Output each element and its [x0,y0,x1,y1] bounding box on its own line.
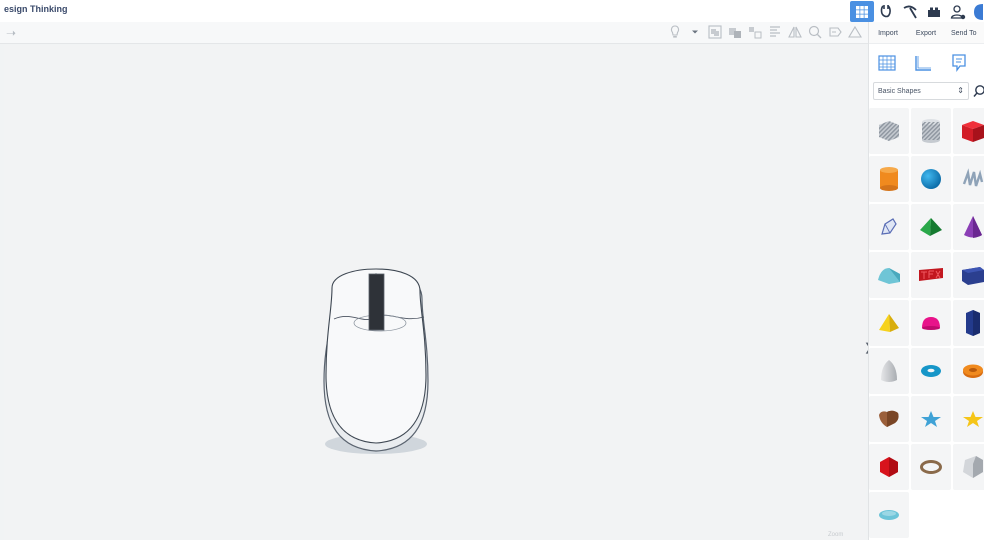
cylinder-icon [880,167,898,191]
scribble-icon [962,168,984,187]
category-select-value: Basic Shapes [878,87,921,95]
shape-pyramid[interactable] [911,204,951,250]
tinkercad-app: esign Thinking ➝ Zoom Import Export Send… [0,0,984,540]
ruler-triangle-icon[interactable] [848,25,862,39]
note-icon[interactable] [828,25,842,39]
title-bar: esign Thinking [0,0,984,22]
caret-updown-icon: ⇕ [957,86,964,95]
shape-half-sphere[interactable] [911,300,951,346]
user-plus-icon[interactable] [946,1,970,22]
star-icon [921,411,941,427]
shapes-panel: Import Export Send To Basic Shapes ⇕ [868,22,984,540]
category-row: Basic Shapes ⇕ [873,82,984,100]
box-striped-icon [879,121,899,141]
import-button[interactable]: Import [869,22,907,44]
cylinder-striped-icon [922,119,940,143]
shape-polygon[interactable] [953,300,984,346]
shape-box[interactable] [953,108,984,154]
zoom-label: Zoom [828,532,844,538]
redo-icon[interactable]: ➝ [6,26,16,40]
shape-roof[interactable] [869,252,909,298]
shape-star[interactable] [911,396,951,442]
polygon-icon [966,310,980,336]
ungroup-icon[interactable] [728,25,742,39]
roof-icon [878,268,900,284]
shape-icosahedron[interactable] [869,444,909,490]
text-icon [919,268,943,281]
tinkercad-gears-icon[interactable] [874,1,898,22]
canvas-toolbar: ➝ [0,22,868,44]
pyramid-yellow-icon [879,314,899,332]
paraboloid-icon [881,360,897,382]
flip-icon[interactable] [768,25,782,39]
ring-icon [920,460,942,474]
heart-icon [879,410,899,427]
mirror-icon[interactable] [788,25,802,39]
star-yellow-icon [963,411,983,427]
pickaxe-icon[interactable] [898,1,922,22]
shape-ring[interactable] [911,444,951,490]
torus-icon [921,365,941,377]
shape-sphere[interactable] [911,156,951,202]
panel-actions: Import Export Send To [869,22,984,44]
shape-generator-icon [881,218,897,235]
brick-icon[interactable] [922,1,946,22]
shape-pyramid-yellow[interactable] [869,300,909,346]
ruler-icon[interactable] [905,48,941,78]
shape-cone[interactable] [953,204,984,250]
shape-box-striped[interactable] [869,108,909,154]
box-icon [962,121,984,142]
export-button[interactable]: Export [907,22,945,44]
pyramid-icon [920,218,942,236]
shape-tube[interactable] [953,348,984,394]
profile-icon[interactable] [970,1,984,22]
shape-paraboloid[interactable] [869,348,909,394]
shape-cylinder[interactable] [869,156,909,202]
view-tools [869,48,984,78]
design-title[interactable]: esign Thinking [4,4,68,14]
half-sphere-icon [922,317,940,330]
shape-generators[interactable] [869,204,909,250]
shape-cylinder-striped[interactable] [911,108,951,154]
group-icon[interactable] [708,25,722,39]
shape-ellipsoid[interactable] [869,492,909,538]
tube-icon [963,364,983,378]
shape-text[interactable] [911,252,951,298]
shape-torus[interactable] [911,348,951,394]
align-icon[interactable] [748,25,762,39]
cone-icon [964,216,982,238]
search-shapes-icon[interactable] [808,25,822,39]
mouse-model[interactable] [4,45,866,540]
chevron-down-icon[interactable] [688,25,702,39]
workplane-canvas[interactable]: ❯ [4,45,873,540]
round-roof-icon [963,456,983,478]
grid-view-icon[interactable] [850,1,874,22]
send-to-button[interactable]: Send To [945,22,984,44]
shape-scribble[interactable] [953,156,984,202]
shape-wedge[interactable] [953,252,984,298]
notes-icon[interactable] [941,48,977,78]
shape-star-yellow[interactable] [953,396,984,442]
ellipsoid-icon [879,510,899,520]
wedge-icon [962,267,984,285]
shape-heart[interactable] [869,396,909,442]
light-bulb-icon[interactable] [668,25,682,39]
sphere-icon [921,169,941,189]
top-icon-bar [850,1,984,22]
workplane-icon[interactable] [869,48,905,78]
category-select[interactable]: Basic Shapes ⇕ [873,82,969,100]
shape-tools [668,25,862,39]
shape-round-roof[interactable] [953,444,984,490]
icosahedron-icon [880,457,898,477]
search-icon[interactable] [973,84,984,98]
